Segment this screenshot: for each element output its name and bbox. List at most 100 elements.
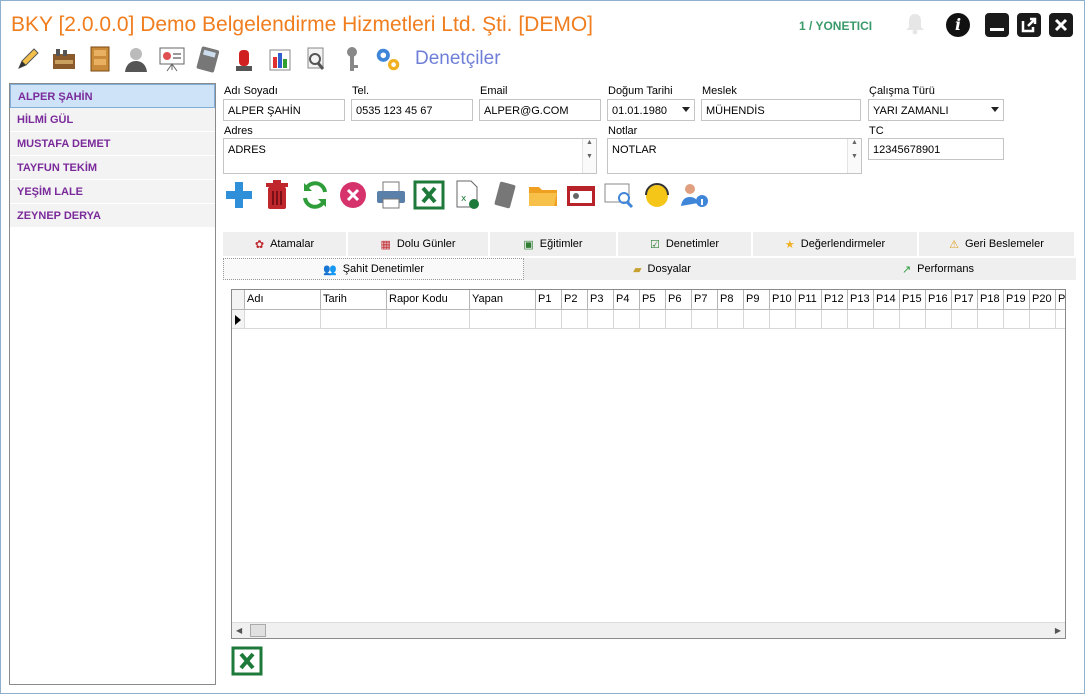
search-message-icon[interactable]: [603, 179, 635, 211]
email-field[interactable]: ALPER@G.COM: [479, 99, 601, 121]
calculator-icon[interactable]: [489, 179, 521, 211]
tab-atamalar[interactable]: ✿ Atamalar: [223, 232, 348, 256]
table-cell[interactable]: [470, 310, 536, 329]
cancel-icon[interactable]: [337, 179, 369, 211]
phone-field[interactable]: 0535 123 45 67: [351, 99, 473, 121]
column-header[interactable]: P17: [952, 290, 978, 310]
column-header[interactable]: Adı: [245, 290, 321, 310]
table-cell[interactable]: [245, 310, 321, 329]
key-icon[interactable]: [337, 44, 367, 74]
excel-icon[interactable]: [413, 179, 445, 211]
add-icon[interactable]: [223, 179, 255, 211]
column-header[interactable]: P19: [1004, 290, 1030, 310]
tab-egitimler[interactable]: ▣ Eğitimler: [490, 232, 618, 256]
column-header[interactable]: Rapor Kodu: [387, 290, 470, 310]
name-field[interactable]: ALPER ŞAHİN: [223, 99, 345, 121]
user-icon[interactable]: [121, 44, 151, 74]
tc-field[interactable]: 12345678901: [868, 138, 1004, 160]
table-cell[interactable]: [588, 310, 614, 329]
search-document-icon[interactable]: [301, 44, 331, 74]
tab-dosyalar[interactable]: ▰ Dosyalar: [524, 258, 800, 280]
column-header[interactable]: P13: [848, 290, 874, 310]
tab-dolu-gunler[interactable]: ▦ Dolu Günler: [348, 232, 490, 256]
table-cell[interactable]: [562, 310, 588, 329]
column-header[interactable]: P: [1056, 290, 1065, 310]
id-card-icon[interactable]: [565, 179, 597, 211]
tab-performans[interactable]: ↗ Performans: [800, 258, 1076, 280]
tab-denetimler[interactable]: ☑ Denetimler: [618, 232, 753, 256]
birth-date-picker[interactable]: 01.01.1980: [607, 99, 695, 121]
column-header[interactable]: P10: [770, 290, 796, 310]
column-header[interactable]: P1: [536, 290, 562, 310]
gears-icon[interactable]: [373, 44, 403, 74]
alarm-light-icon[interactable]: [229, 44, 259, 74]
row-selector[interactable]: [232, 310, 245, 329]
column-header[interactable]: P18: [978, 290, 1004, 310]
table-cell[interactable]: [952, 310, 978, 329]
minimize-button[interactable]: [985, 13, 1009, 37]
list-item[interactable]: YEŞİM LALE: [10, 180, 215, 204]
table-cell[interactable]: [900, 310, 926, 329]
list-item[interactable]: ALPER ŞAHİN: [10, 84, 215, 108]
table-cell[interactable]: [926, 310, 952, 329]
table-cell[interactable]: [796, 310, 822, 329]
scroll-left-icon[interactable]: ◀: [236, 626, 242, 635]
user-info-icon[interactable]: [679, 179, 711, 211]
excel-import-icon[interactable]: x: [451, 179, 483, 211]
work-type-select[interactable]: YARI ZAMANLI: [868, 99, 1004, 121]
address-field[interactable]: ADRES ▲ ▼: [223, 138, 597, 174]
list-item[interactable]: HİLMİ GÜL: [10, 108, 215, 132]
table-cell[interactable]: [692, 310, 718, 329]
tab-degerlendirmeler[interactable]: ★ Değerlendirmeler: [753, 232, 919, 256]
column-header[interactable]: P11: [796, 290, 822, 310]
column-header[interactable]: P20: [1030, 290, 1056, 310]
table-cell[interactable]: [1030, 310, 1056, 329]
calculator-icon[interactable]: [193, 44, 223, 74]
column-header[interactable]: Tarih: [321, 290, 387, 310]
table-cell[interactable]: [1056, 310, 1065, 329]
cabinet-icon[interactable]: [85, 44, 115, 74]
column-header[interactable]: P12: [822, 290, 848, 310]
refresh-icon[interactable]: [299, 179, 331, 211]
table-cell[interactable]: [978, 310, 1004, 329]
bar-chart-icon[interactable]: [265, 44, 295, 74]
table-cell[interactable]: [666, 310, 692, 329]
scrollbar[interactable]: ▲ ▼: [847, 139, 861, 173]
folder-icon[interactable]: [527, 179, 559, 211]
info-icon[interactable]: i: [946, 13, 970, 37]
column-header[interactable]: P7: [692, 290, 718, 310]
scroll-right-icon[interactable]: ▶: [1055, 626, 1061, 635]
factory-icon[interactable]: [49, 44, 79, 74]
pen-icon[interactable]: [13, 44, 43, 74]
table-cell[interactable]: [770, 310, 796, 329]
table-cell[interactable]: [640, 310, 666, 329]
table-cell[interactable]: [744, 310, 770, 329]
column-header[interactable]: P3: [588, 290, 614, 310]
column-header[interactable]: P5: [640, 290, 666, 310]
table-cell[interactable]: [321, 310, 387, 329]
column-header[interactable]: Yapan: [470, 290, 536, 310]
bell-icon[interactable]: [902, 11, 928, 37]
tab-geri-beslemeler[interactable]: ⚠ Geri Beslemeler: [919, 232, 1076, 256]
horizontal-scrollbar[interactable]: ◀ ▶: [232, 622, 1065, 638]
table-cell[interactable]: [848, 310, 874, 329]
close-button[interactable]: [1049, 13, 1073, 37]
print-icon[interactable]: [375, 179, 407, 211]
list-item[interactable]: ZEYNEP DERYA: [10, 204, 215, 228]
export-excel-button[interactable]: [231, 646, 263, 679]
column-header[interactable]: P2: [562, 290, 588, 310]
table-cell[interactable]: [874, 310, 900, 329]
column-header[interactable]: P15: [900, 290, 926, 310]
column-header[interactable]: P6: [666, 290, 692, 310]
presentation-icon[interactable]: [157, 44, 187, 74]
witness-audit-grid[interactable]: Adı Tarih Rapor Kodu Yapan P1 P2 P3 P4 P…: [231, 289, 1066, 639]
table-cell[interactable]: [387, 310, 470, 329]
column-header[interactable]: P14: [874, 290, 900, 310]
list-item[interactable]: MUSTAFA DEMET: [10, 132, 215, 156]
scrollbar-thumb[interactable]: [250, 624, 266, 637]
tab-sahit-denetimler[interactable]: 👥 Şahit Denetimler: [223, 258, 524, 280]
column-header[interactable]: P8: [718, 290, 744, 310]
column-header[interactable]: P4: [614, 290, 640, 310]
column-header[interactable]: P16: [926, 290, 952, 310]
table-cell[interactable]: [536, 310, 562, 329]
